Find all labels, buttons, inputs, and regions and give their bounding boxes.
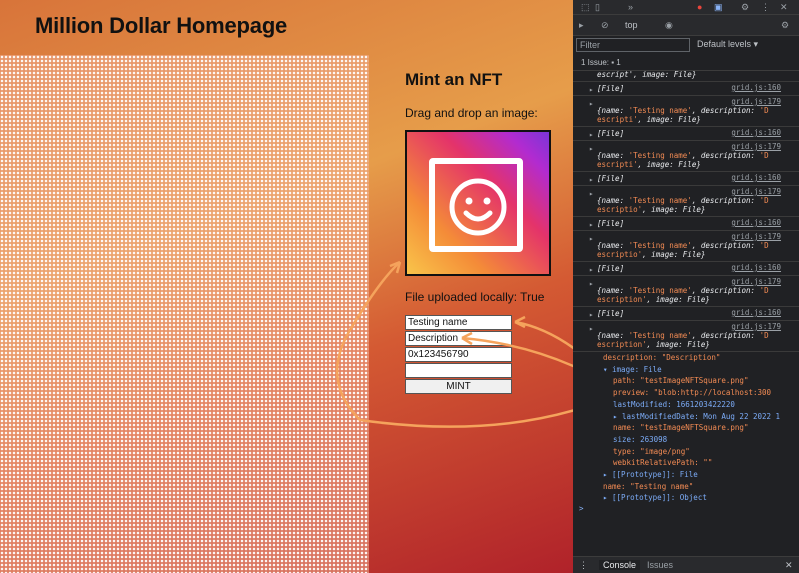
- web-page: Million Dollar Homepage Mint an NFT Drag…: [0, 0, 573, 573]
- tree-row[interactable]: ▾ image: File: [603, 364, 799, 376]
- log-text: [File]: [597, 84, 625, 93]
- log-source-link[interactable]: grid.js:179: [731, 322, 781, 331]
- log-entry[interactable]: ▸ grid.js:160 [File]: [573, 172, 799, 186]
- tree-row[interactable]: description: "Description": [603, 352, 799, 364]
- expand-icon[interactable]: ▸: [589, 265, 594, 274]
- log-entry[interactable]: ▸ grid.js:179 {name: 'Testing name', descr…: [573, 231, 799, 262]
- log-entry[interactable]: ▸ grid.js:179 {name: 'Testing name', descr…: [573, 276, 799, 307]
- log-text: [File]: [597, 264, 625, 273]
- expand-icon[interactable]: ▸: [589, 85, 594, 94]
- log-source-link[interactable]: grid.js:160: [731, 218, 781, 227]
- tree-row[interactable]: name: "Testing name": [603, 481, 799, 493]
- expand-icon[interactable]: ▸: [589, 324, 594, 333]
- log-list: ▸ grid.js:160 [File] ▸ grid.js:179 {name: 'Te…: [573, 82, 799, 352]
- log-name-value: 'Testing name': [628, 196, 692, 205]
- log-source-link[interactable]: grid.js:160: [731, 173, 781, 182]
- log-partial: escript', image: File}: [573, 70, 799, 82]
- tree-row[interactable]: path: "testImageNFTSquare.png": [603, 375, 799, 387]
- log-entry[interactable]: ▸ grid.js:160 [File]: [573, 82, 799, 96]
- log-entry[interactable]: ▸ grid.js:179 {name: 'Testing name', descr…: [573, 321, 799, 352]
- log-entry[interactable]: ▸ grid.js:160 [File]: [573, 127, 799, 141]
- filter-input[interactable]: Filter: [576, 38, 690, 52]
- log-source-link[interactable]: grid.js:160: [731, 128, 781, 137]
- log-source-link[interactable]: grid.js:179: [731, 187, 781, 196]
- log-entry[interactable]: ▸ grid.js:160 [File]: [573, 217, 799, 231]
- tree-row[interactable]: ▸ [[Prototype]]: File: [603, 469, 799, 481]
- expand-icon[interactable]: ▸: [589, 175, 594, 184]
- log-source-link[interactable]: grid.js:179: [731, 277, 781, 286]
- log-name-value: 'Testing name': [628, 286, 692, 295]
- log-source-link[interactable]: grid.js:160: [731, 83, 781, 92]
- log-name-value: 'Testing name': [628, 106, 692, 115]
- error-icon[interactable]: ●: [697, 2, 702, 12]
- object-tree: description: "Description" ▾ image: File p…: [573, 352, 799, 504]
- tree-row[interactable]: lastModified: 1661203422220: [603, 399, 799, 411]
- log-source-link[interactable]: grid.js:160: [731, 308, 781, 317]
- log-source-link[interactable]: grid.js:160: [731, 263, 781, 272]
- message-icon[interactable]: ▣: [714, 2, 723, 13]
- expand-icon[interactable]: ▸: [589, 99, 594, 108]
- more-tabs-icon[interactable]: »: [628, 2, 633, 12]
- log-text: [File]: [597, 174, 625, 183]
- log-source-link[interactable]: grid.js:179: [731, 142, 781, 151]
- device-icon[interactable]: ▯: [595, 2, 600, 13]
- log-name-value: 'Testing name': [628, 241, 692, 250]
- levels-select[interactable]: Default levels ▾: [697, 39, 758, 50]
- expand-icon[interactable]: ▸: [589, 310, 594, 319]
- devtools-toolbar: ⬚ ▯ » ● ▣ ⚙ ⋮ ✕: [573, 0, 799, 15]
- settings-icon[interactable]: ⚙: [741, 2, 749, 13]
- context-select[interactable]: top: [625, 20, 638, 30]
- log-source-link[interactable]: grid.js:179: [731, 97, 781, 106]
- log-text: [File]: [597, 219, 625, 228]
- tree-row[interactable]: size: 263098: [603, 434, 799, 446]
- annotation-arrows: [335, 260, 573, 428]
- drawer-menu-icon[interactable]: ⋮: [579, 560, 588, 571]
- tree-row[interactable]: webkitRelativePath: "": [603, 457, 799, 469]
- log-source-link[interactable]: grid.js:179: [731, 232, 781, 241]
- close-icon[interactable]: ✕: [780, 2, 788, 13]
- tab-issues[interactable]: Issues: [647, 560, 673, 570]
- tree-row[interactable]: ▸ lastModifiedDate: Mon Aug 22 2022 1: [603, 411, 799, 423]
- menu-icon[interactable]: ⋮: [761, 2, 770, 13]
- log-entry[interactable]: ▸ grid.js:179 {name: 'Testing name', descr…: [573, 141, 799, 172]
- clear-icon[interactable]: ⊘: [601, 20, 609, 31]
- eye-icon[interactable]: ◉: [665, 20, 673, 31]
- log-text: [File]: [597, 129, 625, 138]
- drawer-close-icon[interactable]: ✕: [785, 560, 793, 571]
- console-prompt[interactable]: >: [573, 504, 799, 513]
- console-output[interactable]: escript', image: File} ▸ grid.js:160 [File…: [573, 70, 799, 552]
- issue-count: 1 Issue: ▪ 1: [581, 58, 621, 67]
- tree-row[interactable]: type: "image/png": [603, 446, 799, 458]
- expand-icon[interactable]: ▸: [589, 220, 594, 229]
- tree-row[interactable]: name: "testImageNFTSquare.png": [603, 422, 799, 434]
- tab-console[interactable]: Console: [599, 560, 641, 570]
- tree-row[interactable]: preview: "blob:http://localhost:300: [603, 387, 799, 399]
- devtools-panel: ⬚ ▯ » ● ▣ ⚙ ⋮ ✕ ▸ ⊘ top ◉ ⚙ Filter Defau…: [573, 0, 799, 573]
- sidebar-icon[interactable]: ▸: [579, 20, 584, 31]
- expand-icon[interactable]: ▸: [589, 234, 594, 243]
- issues-bar[interactable]: 1 Issue: ▪ 1: [573, 56, 799, 71]
- log-entry[interactable]: ▸ grid.js:160 [File]: [573, 262, 799, 276]
- log-name-value: 'Testing name': [628, 151, 692, 160]
- log-entry[interactable]: ▸ grid.js:179 {name: 'Testing name', descr…: [573, 96, 799, 127]
- console-toolbar: ▸ ⊘ top ◉ ⚙: [573, 15, 799, 36]
- log-name-value: 'Testing name': [628, 331, 692, 340]
- expand-icon[interactable]: ▸: [589, 189, 594, 198]
- expand-icon[interactable]: ▸: [589, 144, 594, 153]
- expand-icon[interactable]: ▸: [589, 130, 594, 139]
- log-entry[interactable]: ▸ grid.js:179 {name: 'Testing name', descr…: [573, 186, 799, 217]
- tree-row[interactable]: ▸ [[Prototype]]: Object: [603, 492, 799, 504]
- log-entry[interactable]: ▸ grid.js:160 [File]: [573, 307, 799, 321]
- inspect-icon[interactable]: ⬚: [581, 2, 590, 13]
- drawer-tabs: ⋮ Console Issues ✕: [573, 556, 799, 573]
- log-text: [File]: [597, 309, 625, 318]
- expand-icon[interactable]: ▸: [589, 279, 594, 288]
- console-settings-icon[interactable]: ⚙: [781, 20, 789, 31]
